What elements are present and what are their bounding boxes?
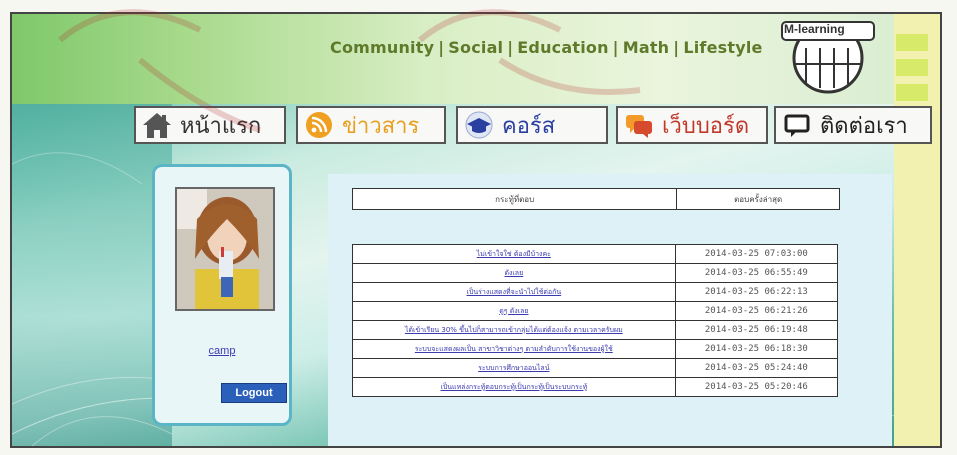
thread-link[interactable]: เป็นแหล่งกระทู้ตอบกระทู้เป็นกระทู้เป็นระ… (353, 378, 676, 396)
right-strip (894, 14, 940, 446)
link-separator: | (507, 38, 514, 57)
table-row: ได้เข้าเรียน 30% ขึ้นไปก็สามารถเข้ากลุ่ม… (352, 321, 838, 340)
nav-home[interactable]: หน้าแรก (134, 106, 286, 144)
top-link-math[interactable]: Math (623, 38, 670, 57)
column-header-date: ตอบครั้งล่าสุด (734, 194, 783, 204)
profile-panel: camp Logout (152, 164, 292, 426)
table-row: เป็นร่างแสดงที่จะนำไปใช้ต่อกัน 2014-03-2… (352, 283, 838, 302)
nav-webboard[interactable]: เว็บบอร์ด (616, 106, 768, 144)
logo-label: M-learning (784, 22, 845, 36)
table-header: กระทู้ที่ตอบ ตอบครั้งล่าสุด (352, 188, 840, 210)
thread-date: 2014-03-25 06:55:49 (704, 268, 808, 278)
thread-date: 2014-03-25 05:20:46 (704, 382, 808, 392)
m-learning-logo: M-learning (772, 20, 884, 96)
right-tab (896, 59, 928, 76)
top-link-education[interactable]: Education (517, 38, 608, 57)
top-link-community[interactable]: Community (330, 38, 434, 57)
chat-bubbles-icon (624, 110, 654, 140)
nav-news[interactable]: ข่าวสาร (296, 106, 446, 144)
thread-date: 2014-03-25 06:18:30 (704, 344, 808, 354)
thread-date: 2014-03-25 05:24:40 (704, 363, 808, 373)
username-link[interactable]: camp (155, 345, 289, 357)
top-links: Community | Social | Education | Math | Lifestyl… (330, 38, 763, 57)
table-row: ไม่เข้าใจใช่ ต้องมีบ้างคะ 2014-03-25 07:… (352, 244, 838, 264)
logout-button[interactable]: Logout (221, 383, 287, 403)
avatar (175, 187, 275, 311)
graduation-cap-icon (464, 110, 494, 140)
top-link-social[interactable]: Social (448, 38, 503, 57)
thread-link[interactable]: เป็นร่างแสดงที่จะนำไปใช้ต่อกัน (353, 283, 676, 301)
thread-date: 2014-03-25 06:19:48 (704, 325, 808, 335)
nav-contact-label: ติดต่อเรา (820, 113, 908, 139)
home-icon (142, 110, 172, 140)
column-header-topic: กระทู้ที่ตอบ (353, 189, 678, 209)
table-row: ระบบจะแสดงผลเป็น สาขาวิชาต่างๆ ตามลำดับก… (352, 340, 838, 359)
thread-table: ไม่เข้าใจใช่ ต้องมีบ้างคะ 2014-03-25 07:… (352, 244, 838, 397)
thread-link[interactable]: ไม่เข้าใจใช่ ต้องมีบ้างคะ (353, 245, 676, 263)
chat-window-icon (782, 110, 812, 140)
nav-home-label: หน้าแรก (180, 113, 262, 139)
thread-link[interactable]: ได้เข้าเรียน 30% ขึ้นไปก็สามารถเข้ากลุ่ม… (353, 321, 676, 339)
nav-news-label: ข่าวสาร (342, 113, 420, 139)
right-tab (896, 84, 928, 101)
link-separator: | (673, 38, 680, 57)
page-frame: Community | Social | Education | Math | Lifestyl… (10, 12, 942, 448)
nav-webboard-label: เว็บบอร์ด (662, 113, 750, 139)
link-separator: | (612, 38, 619, 57)
thread-date: 2014-03-25 07:03:00 (704, 249, 808, 259)
thread-date: 2014-03-25 06:22:13 (704, 287, 808, 297)
right-tab (896, 34, 928, 51)
thread-date: 2014-03-25 06:21:26 (704, 306, 808, 316)
table-row: ดังเลย 2014-03-25 06:55:49 (352, 264, 838, 283)
link-separator: | (438, 38, 445, 57)
avatar-photo (177, 189, 273, 309)
right-tabs (896, 34, 928, 109)
thread-link[interactable]: ดังเลย (353, 264, 676, 282)
nav-course-label: คอร์ส (502, 113, 556, 139)
webboard-panel: กระทู้ที่ตอบ ตอบครั้งล่าสุด ไม่เข้าใจใช่… (328, 174, 892, 446)
nav-contact[interactable]: ติดต่อเรา (774, 106, 932, 144)
main-nav: หน้าแรก ข่าวสาร คอร์ส เว็บบอร์ด ติดต่อเร… (134, 106, 934, 148)
top-link-lifestyle[interactable]: Lifestyle (683, 38, 762, 57)
nav-course[interactable]: คอร์ส (456, 106, 608, 144)
thread-link[interactable]: ระบบจะแสดงผลเป็น สาขาวิชาต่างๆ ตามลำดับก… (353, 340, 676, 358)
table-row: ระบบการศึกษาออนไลน์ 2014-03-25 05:24:40 (352, 359, 838, 378)
rss-icon (304, 110, 334, 140)
table-row: เป็นแหล่งกระทู้ตอบกระทู้เป็นกระทู้เป็นระ… (352, 378, 838, 397)
table-row: ดูๆ ดังเลย 2014-03-25 06:21:26 (352, 302, 838, 321)
thread-link[interactable]: ดูๆ ดังเลย (353, 302, 676, 320)
thread-link[interactable]: ระบบการศึกษาออนไลน์ (353, 359, 676, 377)
